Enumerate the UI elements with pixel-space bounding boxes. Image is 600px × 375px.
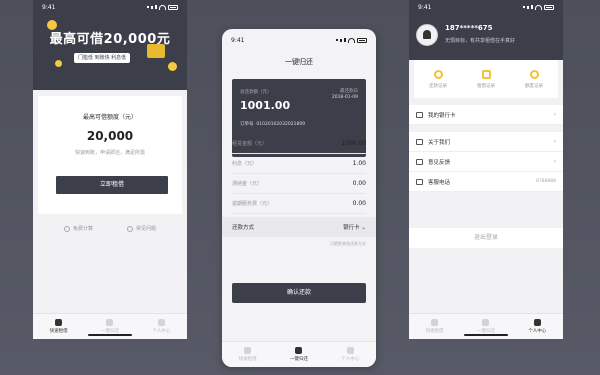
coin-icon — [55, 60, 62, 67]
tab-profile[interactable]: 个人中心 — [512, 314, 563, 339]
repay-records[interactable]: 还款记录 — [414, 60, 462, 98]
home-indicator — [464, 334, 508, 336]
menu-feedback[interactable]: 意见反馈 › — [409, 152, 563, 172]
status-bar: 9:41 — [409, 0, 563, 14]
credit-card-panel: 最高可借额度（元） 20,000 快速到账，申请即还，满足所需 立即租借 — [38, 96, 182, 214]
limit-records[interactable]: 额度记录 — [510, 60, 558, 98]
feedback-icon — [416, 158, 423, 165]
total-label: 总还款额（元） — [240, 90, 272, 95]
tab-borrow[interactable]: 快速租借 — [33, 314, 84, 339]
signal-icon — [147, 6, 149, 8]
battery-icon — [544, 4, 554, 10]
apply-button[interactable]: 立即租借 — [56, 176, 168, 194]
borrow-record-icon — [481, 69, 491, 79]
status-time: 9:41 — [418, 3, 432, 11]
signal-icon — [336, 39, 338, 41]
payment-method-select[interactable]: 还款方式 银行卡 ⌄ — [222, 217, 376, 237]
payment-value: 银行卡 ⌄ — [343, 225, 366, 231]
chevron-right-icon: › — [553, 138, 556, 145]
credit-label: 最高可借额度（元） — [82, 114, 137, 121]
avatar[interactable] — [416, 24, 438, 46]
repay-record-icon — [433, 69, 443, 79]
menu-service-phone[interactable]: 客服电话 8788888 — [409, 172, 563, 192]
wifi-icon — [159, 4, 166, 10]
profile-screen: 9:41 187*****675 无惧目标，有共享租借在手真好 还款记录 租借记… — [409, 0, 563, 339]
tab-return[interactable]: 一键归还 — [273, 342, 324, 367]
credit-subtitle: 快速到账，申请即还，满足所需 — [74, 150, 145, 156]
battery-icon — [357, 37, 367, 43]
due-label: 最还款日 — [340, 89, 358, 94]
borrow-records[interactable]: 租借记录 — [462, 60, 510, 98]
info-icon — [416, 138, 423, 145]
borrow-icon — [244, 347, 252, 354]
borrow-screen: 9:41 最高可借20,000元 门槛低 到账快 利息低 最高可借额度（元） 2… — [33, 0, 187, 339]
detail-row: 租赁金额（元） 1000.00 — [232, 134, 366, 154]
limit-record-icon — [529, 69, 539, 79]
tab-profile[interactable]: 个人中心 — [136, 314, 187, 339]
status-icons — [147, 4, 178, 10]
status-time: 9:41 — [231, 36, 245, 44]
logout-button[interactable]: 退出登录 — [409, 228, 563, 248]
quick-records: 还款记录 租借记录 额度记录 — [414, 60, 558, 98]
user-phone: 187*****675 — [445, 24, 493, 32]
hero-banner: 9:41 最高可借20,000元 门槛低 到账快 利息低 — [33, 0, 187, 90]
profile-icon — [346, 347, 354, 354]
payment-hint[interactable]: 可更换其他还款方式 — [330, 241, 366, 247]
chevron-right-icon: › — [553, 158, 556, 165]
status-time: 9:41 — [42, 3, 56, 11]
confirm-repay-button[interactable]: 确认还款 — [232, 283, 366, 303]
due-date: 2018-01-09 — [331, 95, 358, 100]
order-number: 订单号 01020102032021809 — [240, 122, 306, 127]
return-icon — [295, 347, 303, 354]
chevron-down-icon: ⌄ — [361, 225, 366, 231]
service-number: 8788888 — [535, 179, 556, 184]
status-icons — [523, 4, 554, 10]
detail-row: 利息（元） 1.00 — [232, 154, 366, 174]
link-faq[interactable]: 常见问题 — [126, 225, 156, 232]
borrow-icon — [55, 319, 63, 326]
hero-title: 最高可借20,000元 — [49, 32, 171, 47]
user-tagline: 无惧目标，有共享租借在手真好 — [445, 38, 516, 44]
borrow-icon — [431, 319, 439, 326]
question-icon — [126, 225, 133, 232]
battery-icon — [168, 4, 178, 10]
home-indicator — [88, 334, 132, 336]
chevron-right-icon: › — [553, 111, 556, 118]
tab-bar: 快速租借 一键归还 个人中心 — [222, 341, 376, 367]
detail-row: 逾期服务费（元） 0.00 — [232, 194, 366, 214]
wifi-icon — [535, 4, 542, 10]
coin-icon — [168, 62, 177, 71]
wifi-icon — [348, 37, 355, 43]
profile-header: 9:41 187*****675 无惧目标，有共享租借在手真好 — [409, 0, 563, 60]
calculator-icon — [63, 225, 70, 232]
total-amount: 1001.00 — [240, 99, 291, 112]
phone-icon — [416, 178, 423, 185]
credit-amount: 20,000 — [86, 129, 134, 143]
return-icon — [106, 319, 114, 326]
profile-icon — [533, 319, 541, 326]
link-calculator[interactable]: 免费计算 — [63, 225, 93, 232]
detail-row: 滞纳金（元） 0.00 — [232, 174, 366, 194]
bank-card-icon — [416, 111, 423, 118]
page-title: 一键归还 — [285, 58, 313, 66]
return-icon — [482, 319, 490, 326]
menu-about[interactable]: 关于我们 › — [409, 132, 563, 152]
status-bar: 9:41 — [33, 0, 187, 14]
menu-bank-card[interactable]: 我的银行卡 › — [409, 105, 563, 125]
tab-borrow[interactable]: 快速租借 — [409, 314, 460, 339]
status-bar: 9:41 — [222, 33, 376, 47]
help-links: 免费计算 常见问题 — [33, 225, 187, 232]
status-icons — [336, 37, 367, 43]
signal-icon — [523, 6, 525, 8]
tab-profile[interactable]: 个人中心 — [325, 342, 376, 367]
tab-borrow[interactable]: 快速租借 — [222, 342, 273, 367]
payment-label: 还款方式 — [232, 225, 255, 231]
profile-icon — [157, 319, 165, 326]
hero-tag: 门槛低 到账快 利息低 — [74, 53, 131, 63]
return-screen: 9:41 一键归还 总还款额（元） 最还款日 2018-01-09 1001.0… — [222, 29, 376, 367]
